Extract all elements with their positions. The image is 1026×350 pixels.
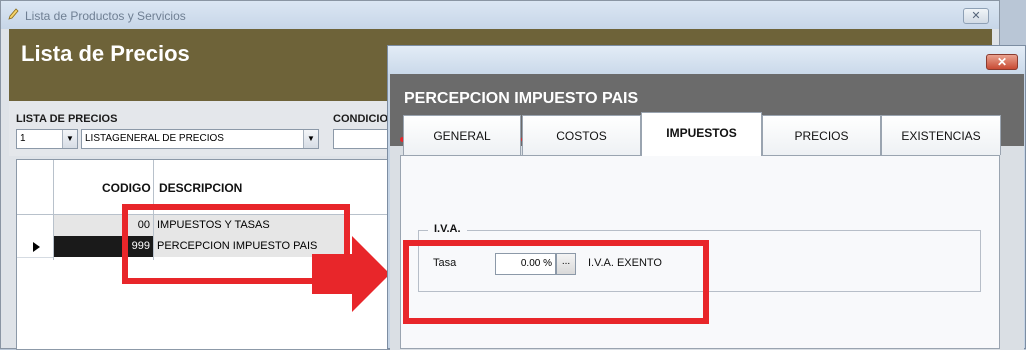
iva-group-legend: I.V.A. [428, 223, 467, 235]
row-indicator-cell [17, 236, 53, 258]
dialog-close-button[interactable]: ✕ [986, 54, 1018, 70]
tab-existencias[interactable]: EXISTENCIAS [881, 115, 1001, 155]
condition-select[interactable] [333, 129, 393, 149]
column-header-code[interactable]: CODIGO [102, 181, 151, 195]
price-list-label: LISTA DE PRECIOS [16, 113, 118, 125]
price-list-name-value: LISTAGENERAL DE PRECIOS [85, 133, 224, 144]
condition-label: CONDICIO [333, 113, 388, 125]
highlight-box-iva [403, 240, 709, 324]
price-list-name-select[interactable]: LISTAGENERAL DE PRECIOS ▼ [81, 129, 319, 149]
row-pointer-icon [33, 242, 40, 252]
dialog-heading: PERCEPCION IMPUESTO PAIS [404, 90, 639, 107]
main-title-bar[interactable]: Lista de Productos y Servicios ✕ [1, 1, 999, 29]
tab-costos[interactable]: COSTOS [522, 115, 641, 155]
tab-impuestos[interactable]: IMPUESTOS [641, 112, 762, 156]
pencil-icon [8, 8, 19, 20]
page-title: Lista de Precios [21, 41, 190, 66]
arrow-right-icon [312, 236, 390, 312]
chevron-down-icon[interactable]: ▼ [62, 130, 77, 148]
price-list-number-select[interactable]: 1 ▼ [16, 129, 78, 149]
price-list-number-value: 1 [20, 133, 26, 144]
column-header-description[interactable]: DESCRIPCION [159, 181, 242, 195]
main-window-title: Lista de Productos y Servicios [25, 9, 186, 23]
main-close-button[interactable]: ✕ [963, 8, 989, 24]
row-indicator-cell [17, 215, 53, 237]
tab-general[interactable]: GENERAL [403, 115, 521, 155]
tab-precios[interactable]: PRECIOS [762, 115, 881, 155]
chevron-down-icon[interactable]: ▼ [303, 130, 318, 148]
dialog-title-bar[interactable]: ✕ [388, 46, 1025, 74]
